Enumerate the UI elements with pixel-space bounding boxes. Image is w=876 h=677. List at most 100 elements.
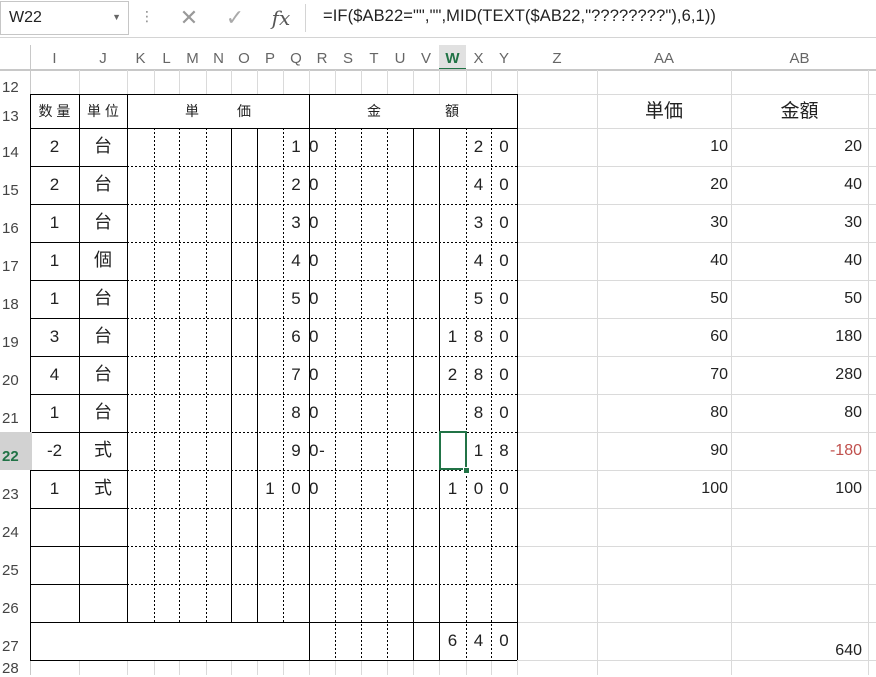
total-digit: 6 <box>447 631 458 650</box>
price-digit: 1 <box>291 137 301 156</box>
price-digit: 0 <box>309 213 319 232</box>
ab-value: 50 <box>844 290 862 307</box>
amount-digit: 4 <box>473 251 484 270</box>
header-unit: 単 位 <box>87 103 119 119</box>
amount-digit: 0 <box>499 175 509 194</box>
fill-handle[interactable] <box>463 467 470 474</box>
row-header-20[interactable]: 20 <box>0 356 32 394</box>
price-digit: 0 <box>309 403 319 422</box>
row-header-23[interactable]: 23 <box>0 470 32 508</box>
amount-digit: 3 <box>473 213 484 232</box>
amount-digit: 2 <box>473 137 484 156</box>
amount-digit: 1 <box>473 441 484 460</box>
amount-digit: 0 <box>499 327 509 346</box>
price-digit: 0 <box>291 479 301 498</box>
total-digit: 0 <box>499 631 509 650</box>
aa-value: 10 <box>710 138 728 155</box>
amount-digit: 0 <box>473 479 484 498</box>
row-header-13[interactable]: 13 <box>0 94 32 128</box>
ab-value: 20 <box>844 138 862 155</box>
row-header-21[interactable]: 21 <box>0 394 32 432</box>
price-digit: 4 <box>291 251 301 270</box>
ab-value: 180 <box>835 328 862 345</box>
price-digit: 0 <box>309 365 319 384</box>
aa-value: 50 <box>710 290 728 307</box>
row-header-26[interactable]: 26 <box>0 584 32 622</box>
aa-value: 20 <box>710 176 728 193</box>
price-digit: 0 <box>309 137 319 156</box>
price-digit: 1 <box>265 479 275 498</box>
amount-digit: 0 <box>499 479 509 498</box>
amount-digit: 8 <box>473 365 484 384</box>
price-digit: 0 <box>309 479 319 498</box>
qty-cell: 1 <box>49 213 60 232</box>
aa-value: 100 <box>701 480 728 497</box>
amount-digit: 8 <box>499 441 509 460</box>
header-price-a: 単 <box>185 103 199 119</box>
row-header-18[interactable]: 18 <box>0 280 32 318</box>
row-header-19[interactable]: 19 <box>0 318 32 356</box>
price-digit: 8 <box>291 403 301 422</box>
qty-cell: 3 <box>49 327 60 346</box>
amount-digit: 0 <box>499 137 509 156</box>
unit-cell: 台 <box>94 326 112 347</box>
ab-title: 金額 <box>780 100 819 122</box>
row-header-14[interactable]: 14 <box>0 128 32 166</box>
qty-cell: 1 <box>49 251 60 270</box>
price-digit: 9 <box>291 441 301 460</box>
row-header-22[interactable]: 22 <box>0 432 32 470</box>
ab-value: 100 <box>835 480 862 497</box>
ab-value: -180 <box>829 442 862 459</box>
unit-cell: 台 <box>94 136 112 157</box>
amount-digit: 8 <box>473 327 484 346</box>
qty-cell: 1 <box>49 403 60 422</box>
amount-digit: 0 <box>499 365 509 384</box>
price-digit: 0 <box>309 327 319 346</box>
amount-digit: 0 <box>499 289 509 308</box>
unit-cell: 台 <box>94 402 112 423</box>
row-header-15[interactable]: 15 <box>0 166 32 204</box>
row-header-25[interactable]: 25 <box>0 546 32 584</box>
amount-digit: 0 <box>499 403 509 422</box>
aa-value: 80 <box>710 404 728 421</box>
price-digit: 0 <box>309 175 319 194</box>
row-header-27[interactable]: 27 <box>0 622 32 660</box>
qty-cell: -2 <box>46 441 63 460</box>
ab-value: 40 <box>844 176 862 193</box>
price-digit: 2 <box>291 175 301 194</box>
amount-digit: 0 <box>499 251 509 270</box>
row-header-28[interactable]: 28 <box>0 660 32 677</box>
amount-digit: 1 <box>447 327 458 346</box>
header-price-b: 価 <box>237 103 251 119</box>
amount-digit: - <box>319 441 325 460</box>
ab-value: 280 <box>835 366 862 383</box>
price-digit: 0 <box>309 251 319 270</box>
ab-value: 80 <box>844 404 862 421</box>
aa-value: 30 <box>710 214 728 231</box>
price-digit: 3 <box>291 213 301 232</box>
unit-cell: 台 <box>94 174 112 195</box>
aa-value: 70 <box>710 366 728 383</box>
row-header-12[interactable]: 12 <box>0 69 32 96</box>
unit-cell: 台 <box>94 288 112 309</box>
amount-digit: 2 <box>447 365 458 384</box>
aa-value: 60 <box>710 328 728 345</box>
price-digit: 5 <box>291 289 301 308</box>
aa-title: 単価 <box>644 100 683 122</box>
header-qty: 数 量 <box>38 103 71 119</box>
aa-value: 90 <box>710 442 728 459</box>
amount-digit: 8 <box>473 403 484 422</box>
qty-cell: 1 <box>49 479 60 498</box>
row-header-17[interactable]: 17 <box>0 242 32 280</box>
ab-value: 30 <box>844 214 862 231</box>
row-header-24[interactable]: 24 <box>0 508 32 546</box>
active-cell[interactable] <box>439 431 467 470</box>
price-digit: 7 <box>291 365 301 384</box>
unit-cell: 式 <box>94 478 112 499</box>
row-header-16[interactable]: 16 <box>0 204 32 242</box>
header-amount-b: 額 <box>445 103 459 119</box>
unit-cell: 台 <box>94 212 112 233</box>
aa-value: 40 <box>710 252 728 269</box>
amount-digit: 4 <box>473 175 484 194</box>
amount-digit: 1 <box>447 479 458 498</box>
